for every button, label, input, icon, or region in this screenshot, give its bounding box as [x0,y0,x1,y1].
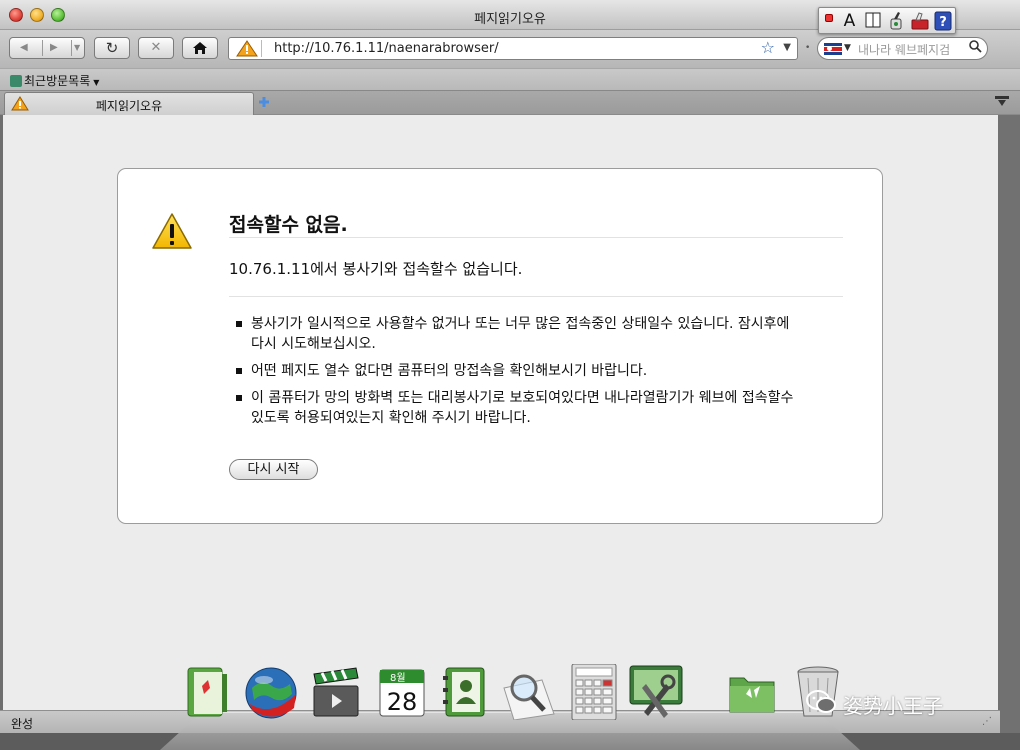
forward-button[interactable]: ▶ [50,38,58,58]
video-clapper-icon[interactable] [308,664,360,720]
back-forward-buttons: ◀ ▶ ▼ [9,37,85,59]
brush-icon[interactable] [885,11,906,32]
back-button[interactable]: ◀ [20,38,28,58]
input-method-palette: A ? [818,7,956,34]
toolbox-icon[interactable] [909,11,930,32]
notes-app-icon[interactable] [182,664,234,720]
list-all-tabs-icon [995,96,1009,106]
description-divider [229,296,843,297]
toolbar-resize-handle[interactable]: • [805,43,810,53]
calculator-icon[interactable] [568,663,620,721]
dock: 8월 28 [160,660,860,750]
retry-button[interactable]: 다시 시작 [229,459,318,480]
tab-strip: 페지읽기오유 [0,90,1020,115]
url-text[interactable]: http://10.76.1.11/naenarabrowser/ [274,41,499,56]
url-history-dropdown-icon[interactable]: ▼ [783,42,791,53]
watermark-text: 姿势小王子 [843,694,943,718]
history-gear-icon [10,75,22,87]
recent-history-label: 최근방문목록 [24,74,91,88]
error-description: 10.76.1.11에서 봉사기와 접속할수 없습니다. [229,260,523,278]
new-tab-button[interactable] [258,96,270,108]
address-book-icon[interactable] [438,664,490,720]
reload-icon: ↻ [105,39,119,57]
magnifier-preview-icon[interactable] [498,664,555,721]
history-dropdown-icon[interactable]: ▼ [74,38,80,58]
watermark: 姿势小王子 [806,688,986,718]
error-panel: 접속할수 없음. 10.76.1.11에서 봉사기와 접속할수 없습니다. 봉사… [117,168,883,524]
home-button[interactable] [182,37,218,59]
search-engine-flag-icon[interactable] [824,43,842,55]
search-icon[interactable] [969,40,982,57]
calendar-icon[interactable]: 8월 28 [376,664,428,720]
reload-button[interactable]: ↻ [94,37,130,59]
search-input[interactable]: 내나라 웨브페지검 [858,41,950,58]
suggestion-item: 봉사기가 일시적으로 사용할수 없거나 또는 너무 많은 접속중인 상태일수 있… [234,314,794,354]
columns-icon[interactable] [862,11,883,32]
suggestion-list: 봉사기가 일시적으로 사용할수 없거나 또는 너무 많은 접속중인 상태일수 있… [234,314,794,435]
tab-list-button[interactable] [990,95,1014,111]
plus-icon [259,97,269,107]
chat-bubble-icon [806,690,836,713]
record-icon[interactable] [825,14,833,22]
bookmark-star-icon[interactable]: ☆ [761,38,775,57]
search-bar[interactable]: ▼ 내나라 웨브페지검 [817,37,988,60]
recent-history-menu[interactable]: 최근방문목록 ▼ [10,72,99,89]
system-tools-icon[interactable] [626,664,683,720]
folder-icon[interactable] [726,664,778,720]
calendar-day: 28 [387,688,418,716]
stop-icon: ✕ [150,40,162,55]
suggestion-item: 이 콤퓨터가 망의 방화벽 또는 대리봉사기로 보호되여있다면 내나라열람기가 … [234,388,794,428]
suggestion-item: 어떤 페지도 열수 없다면 콤퓨터의 망접속을 확인해보시기 바랍니다. [234,361,794,381]
warning-icon [152,213,192,249]
status-text: 완성 [11,717,34,731]
svg-text:?: ? [939,15,947,30]
error-title: 접속할수 없음. [229,214,348,236]
help-icon[interactable]: ? [932,11,953,32]
home-icon [193,42,207,54]
bookmarks-bar: 최근방문목록 ▼ [0,68,1020,90]
address-bar[interactable]: http://10.76.1.11/naenarabrowser/ ☆ ▼ [228,37,798,60]
font-icon[interactable]: A [839,11,860,32]
page-content: 접속할수 없음. 10.76.1.11에서 봉사기와 접속할수 없습니다. 봉사… [3,115,998,710]
stop-button[interactable]: ✕ [138,37,174,59]
title-divider [229,237,843,238]
chevron-down-icon: ▼ [93,78,100,87]
tab-label: 페지읽기오유 [95,99,163,113]
site-warning-icon[interactable] [232,40,262,57]
search-engine-dropdown-icon[interactable]: ▼ [844,43,851,53]
window-right-edge [998,115,1020,750]
calendar-month: 8월 [390,672,406,684]
tab-error-page[interactable]: 페지읽기오유 [4,92,254,115]
globe-browser-icon[interactable] [242,664,297,720]
